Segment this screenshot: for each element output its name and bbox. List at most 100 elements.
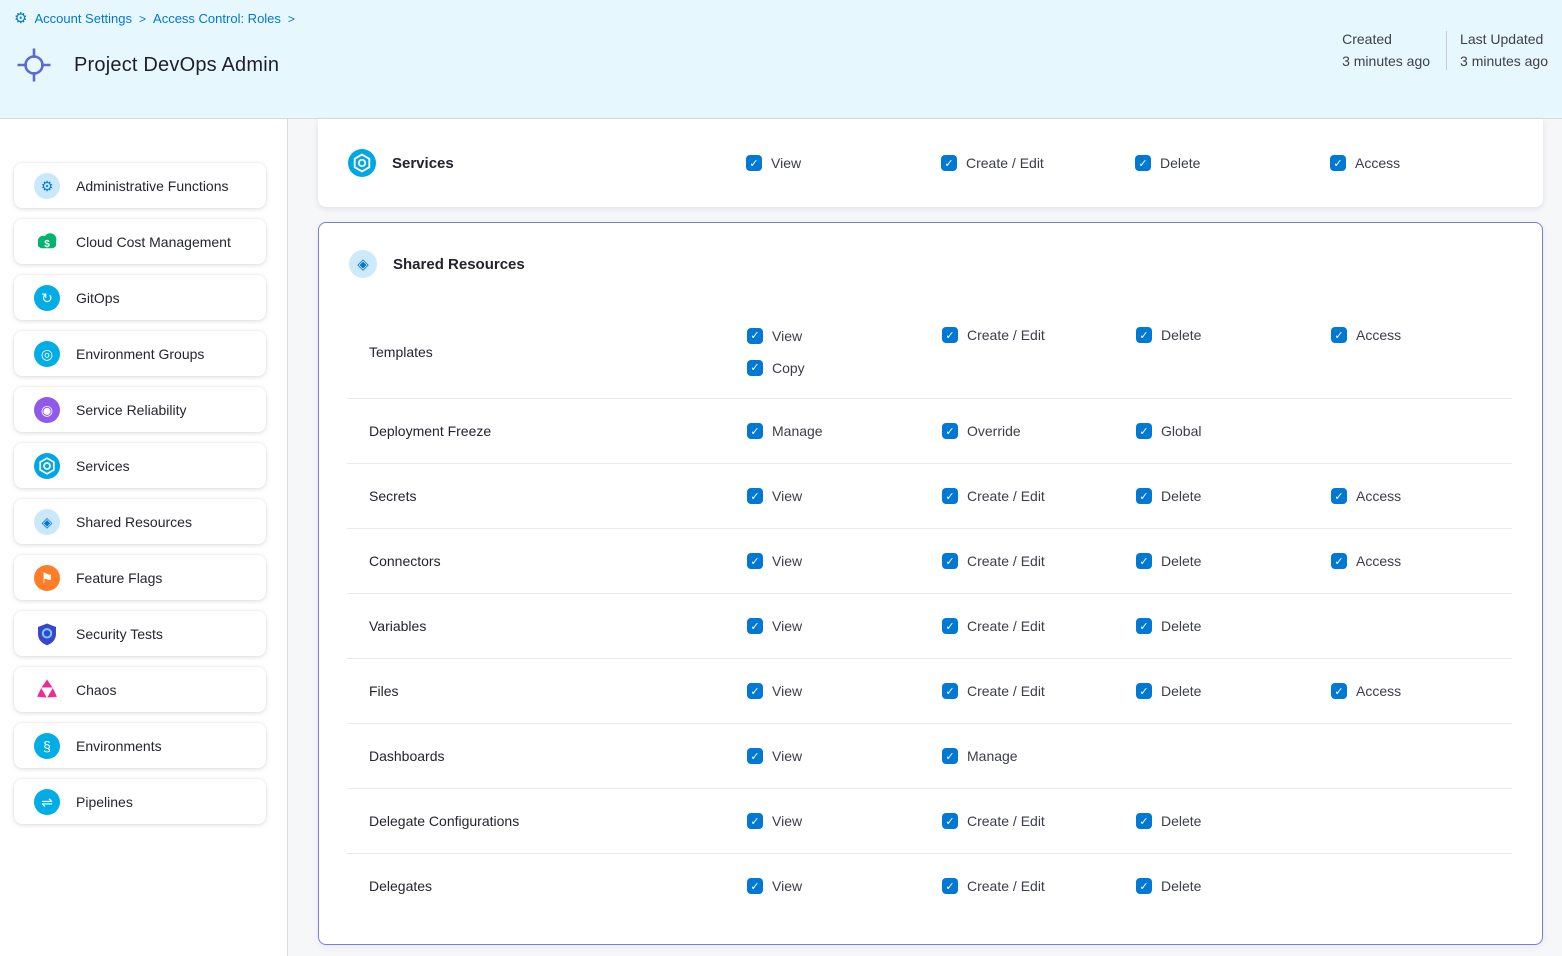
checkbox-checked[interactable]: ✓ — [1136, 553, 1152, 569]
checkbox-checked[interactable]: ✓ — [1136, 618, 1152, 634]
checkbox-checked[interactable]: ✓ — [747, 878, 763, 894]
permission-cell: ✓Create / Edit — [941, 155, 1135, 171]
sidebar-item-service-reliability[interactable]: ◉Service Reliability — [14, 387, 266, 432]
checkbox-checked[interactable]: ✓ — [1330, 155, 1346, 171]
settings-gear-icon: ⚙ — [14, 11, 27, 26]
checkbox-checked[interactable]: ✓ — [1135, 155, 1151, 171]
permission-cell: ✓ Delete — [1136, 553, 1331, 569]
breadcrumb: ⚙ Account Settings > Access Control: Rol… — [14, 11, 295, 26]
checkbox-checked[interactable]: ✓ — [747, 813, 763, 829]
checkbox-label: Delete — [1161, 553, 1201, 569]
checkbox-label: Copy — [772, 360, 805, 376]
resource-row-label: Secrets — [369, 488, 747, 504]
permission-item: ✓Create / Edit — [941, 155, 1135, 171]
checkbox-checked[interactable]: ✓ — [942, 683, 958, 699]
permission-row: Dashboards✓View✓Manage — [347, 723, 1512, 788]
checkbox-checked[interactable]: ✓ — [942, 488, 958, 504]
sidebar-item-label: Pipelines — [76, 794, 133, 810]
checkbox-checked[interactable]: ✓ — [746, 155, 762, 171]
checkbox-label: View — [771, 155, 801, 171]
checkbox-checked[interactable]: ✓ — [1331, 488, 1347, 504]
checkbox-checked[interactable]: ✓ — [747, 618, 763, 634]
permission-cell: ✓ Delete — [1135, 155, 1330, 171]
checkbox-label: Delete — [1160, 155, 1200, 171]
checkbox-checked[interactable]: ✓ — [1136, 327, 1152, 343]
permission-item: ✓Access — [1331, 553, 1512, 569]
created-value: 3 minutes ago — [1342, 51, 1430, 72]
checkbox-label: Create / Edit — [967, 553, 1045, 569]
sidebar-item-label: Chaos — [76, 682, 116, 698]
checkbox-label: Delete — [1161, 488, 1201, 504]
resource-row-label: Files — [369, 683, 747, 699]
checkbox-checked[interactable]: ✓ — [1331, 683, 1347, 699]
sidebar-item-pipelines[interactable]: ⇌Pipelines — [14, 779, 266, 824]
breadcrumb-link-account-settings[interactable]: Account Settings — [34, 11, 132, 26]
checkbox-checked[interactable]: ✓ — [941, 155, 957, 171]
services-card: Services ✓View✓Create / Edit✓Delete✓Acce… — [318, 119, 1543, 207]
sidebar-item-gitops[interactable]: ↻GitOps — [14, 275, 266, 320]
chaos-pinwheel-icon — [34, 677, 60, 703]
checkbox-checked[interactable]: ✓ — [747, 328, 763, 344]
permission-cell: ✓Create / Edit — [942, 618, 1136, 634]
permission-item: ✓Override — [942, 423, 1136, 439]
checkbox-checked[interactable]: ✓ — [747, 748, 763, 764]
checkbox-checked[interactable]: ✓ — [1136, 488, 1152, 504]
chevron-right-icon: > — [288, 12, 295, 26]
sidebar-item-environment-groups[interactable]: ◎Environment Groups — [14, 331, 266, 376]
checkbox-checked[interactable]: ✓ — [1136, 423, 1152, 439]
sidebar-item-shared-resources[interactable]: ◈Shared Resources — [14, 499, 266, 544]
checkbox-checked[interactable]: ✓ — [1136, 878, 1152, 894]
service-reliability-icon: ◉ — [34, 397, 60, 423]
sidebar-item-services[interactable]: Services — [14, 443, 266, 488]
permission-row: Deployment Freeze✓Manage✓Override✓Global — [347, 398, 1512, 463]
permission-cell: ✓ Delete — [1136, 488, 1331, 504]
sidebar-item-label: GitOps — [76, 290, 120, 306]
sidebar-item-cloud-cost-management[interactable]: $Cloud Cost Management — [14, 219, 266, 264]
permission-item: ✓Access — [1330, 155, 1543, 171]
checkbox-label: View — [772, 748, 802, 764]
services-card-header: Services — [348, 149, 746, 177]
checkbox-label: Delete — [1161, 878, 1201, 894]
checkbox-checked[interactable]: ✓ — [942, 327, 958, 343]
checkbox-checked[interactable]: ✓ — [747, 360, 763, 376]
permission-item: ✓ View — [747, 748, 942, 764]
checkbox-checked[interactable]: ✓ — [1136, 683, 1152, 699]
permission-item: ✓ Create / Edit — [942, 488, 1136, 504]
checkbox-checked[interactable]: ✓ — [942, 878, 958, 894]
svg-text:$: $ — [44, 238, 50, 249]
resource-row-label: Variables — [369, 618, 747, 634]
permission-item: ✓Delete — [1136, 813, 1331, 829]
checkbox-checked[interactable]: ✓ — [1331, 553, 1347, 569]
sidebar-item-administrative-functions[interactable]: ⚙Administrative Functions — [14, 163, 266, 208]
checkbox-checked[interactable]: ✓ — [747, 683, 763, 699]
sidebar-item-environments[interactable]: §Environments — [14, 723, 266, 768]
permission-item: ✓Create / Edit — [942, 327, 1136, 343]
checkbox-checked[interactable]: ✓ — [942, 423, 958, 439]
checkbox-checked[interactable]: ✓ — [942, 553, 958, 569]
checkbox-label: Manage — [772, 423, 823, 439]
checkbox-checked[interactable]: ✓ — [942, 748, 958, 764]
breadcrumb-link-access-control-roles[interactable]: Access Control: Roles — [153, 11, 281, 26]
permission-row: Variables✓View✓Create / Edit✓Delete — [347, 593, 1512, 658]
sidebar-item-chaos[interactable]: Chaos — [14, 667, 266, 712]
checkbox-checked[interactable]: ✓ — [1136, 813, 1152, 829]
sidebar-item-security-tests[interactable]: Security Tests — [14, 611, 266, 656]
checkbox-checked[interactable]: ✓ — [747, 488, 763, 504]
created-block: Created 3 minutes ago — [1342, 29, 1446, 72]
checkbox-label: View — [772, 683, 802, 699]
last-updated-block: Last Updated 3 minutes ago — [1447, 29, 1548, 72]
checkbox-checked[interactable]: ✓ — [1331, 327, 1347, 343]
permission-cell: ✓Access — [1331, 553, 1512, 569]
checkbox-label: Delete — [1161, 327, 1201, 343]
checkbox-checked[interactable]: ✓ — [942, 813, 958, 829]
checkbox-checked[interactable]: ✓ — [747, 553, 763, 569]
sidebar-item-feature-flags[interactable]: ⚑Feature Flags — [14, 555, 266, 600]
cloud-dollar-icon: $ — [34, 229, 60, 255]
permission-cell: ✓Manage — [942, 748, 1136, 764]
permission-row: Delegates✓View✓Create / Edit✓Delete — [347, 853, 1512, 918]
checkbox-checked[interactable]: ✓ — [747, 423, 763, 439]
checkbox-checked[interactable]: ✓ — [942, 618, 958, 634]
permission-item: ✓View — [747, 488, 942, 504]
checkbox-label: Create / Edit — [967, 488, 1045, 504]
permission-cell: ✓ Create / Edit — [942, 553, 1136, 569]
